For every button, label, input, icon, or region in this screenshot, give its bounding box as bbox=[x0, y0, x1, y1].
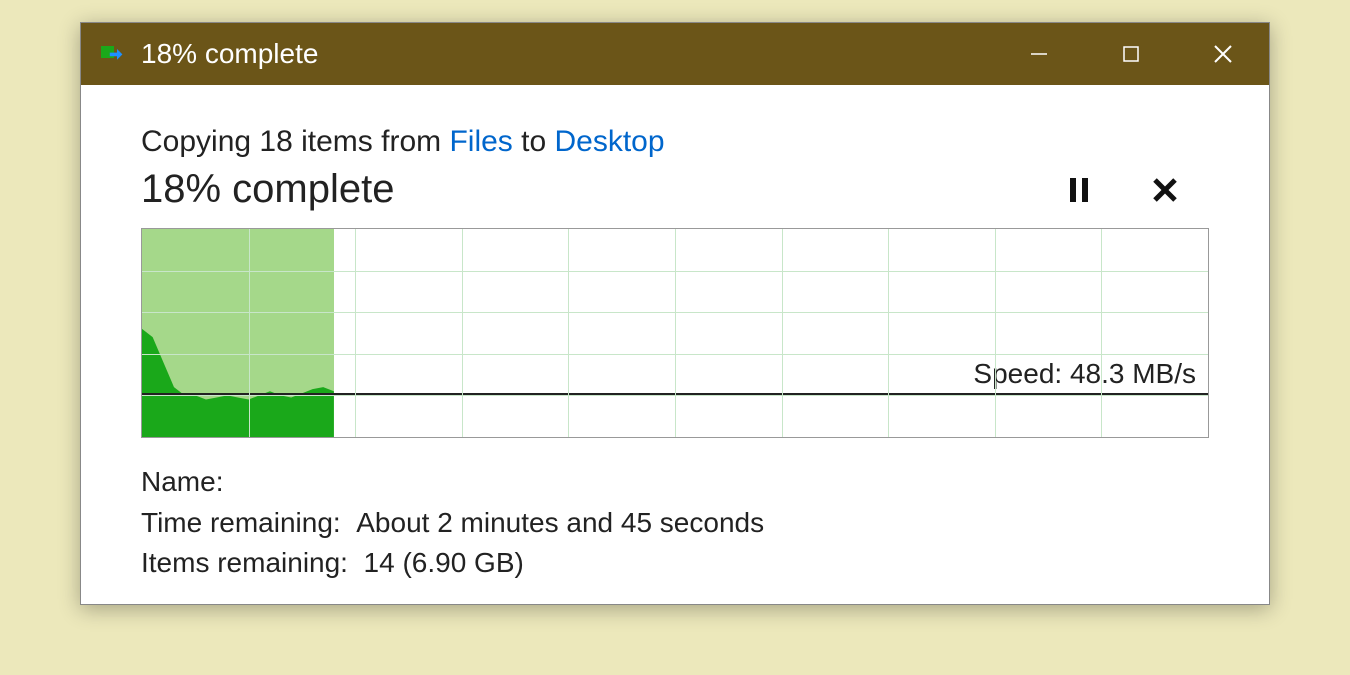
window-title: 18% complete bbox=[141, 38, 993, 70]
progress-header-row: 18% complete bbox=[141, 167, 1209, 212]
maximize-button[interactable] bbox=[1085, 23, 1177, 85]
items-remaining-value: 14 (6.90 GB) bbox=[364, 543, 524, 584]
progress-percentage-text: 18% complete bbox=[141, 167, 394, 212]
items-remaining-label: Items remaining: bbox=[141, 543, 364, 584]
grid-line bbox=[1101, 229, 1102, 437]
copy-prefix-text: Copying 18 items from bbox=[141, 125, 449, 158]
source-folder-link[interactable]: Files bbox=[449, 125, 512, 158]
minimize-button[interactable] bbox=[993, 23, 1085, 85]
transfer-speed-chart[interactable]: Speed: 48.3 MB/s bbox=[141, 228, 1209, 438]
grid-line bbox=[142, 395, 1208, 396]
time-remaining-value: About 2 minutes and 45 seconds bbox=[356, 503, 764, 544]
pause-button[interactable] bbox=[1061, 172, 1097, 208]
grid-line bbox=[142, 312, 1208, 313]
grid-line bbox=[462, 229, 463, 437]
cancel-button[interactable] bbox=[1147, 172, 1183, 208]
grid-line bbox=[249, 229, 250, 437]
name-label: Name: bbox=[141, 462, 223, 503]
grid-line bbox=[355, 229, 356, 437]
grid-line bbox=[142, 354, 1208, 355]
file-copy-dialog: 18% complete Copying 18 items from Files… bbox=[80, 22, 1270, 605]
close-window-button[interactable] bbox=[1177, 23, 1269, 85]
time-remaining-label: Time remaining: bbox=[141, 503, 356, 544]
to-text: to bbox=[513, 125, 555, 158]
titlebar[interactable]: 18% complete bbox=[81, 23, 1269, 85]
speed-label: Speed: 48.3 MB/s bbox=[973, 358, 1196, 390]
grid-line bbox=[888, 229, 889, 437]
dialog-content: Copying 18 items from Files to Desktop 1… bbox=[81, 85, 1269, 604]
grid-line bbox=[568, 229, 569, 437]
destination-folder-link[interactable]: Desktop bbox=[555, 125, 665, 158]
grid-line bbox=[142, 271, 1208, 272]
copy-summary-line: Copying 18 items from Files to Desktop bbox=[141, 125, 1209, 159]
grid-line bbox=[675, 229, 676, 437]
window-controls bbox=[993, 23, 1269, 85]
copy-progress-icon bbox=[101, 44, 125, 64]
action-buttons bbox=[1061, 172, 1183, 208]
speed-graph-area bbox=[142, 229, 334, 437]
grid-line bbox=[995, 229, 996, 437]
grid-line bbox=[782, 229, 783, 437]
details-section: Name: Time remaining: About 2 minutes an… bbox=[141, 462, 1209, 584]
